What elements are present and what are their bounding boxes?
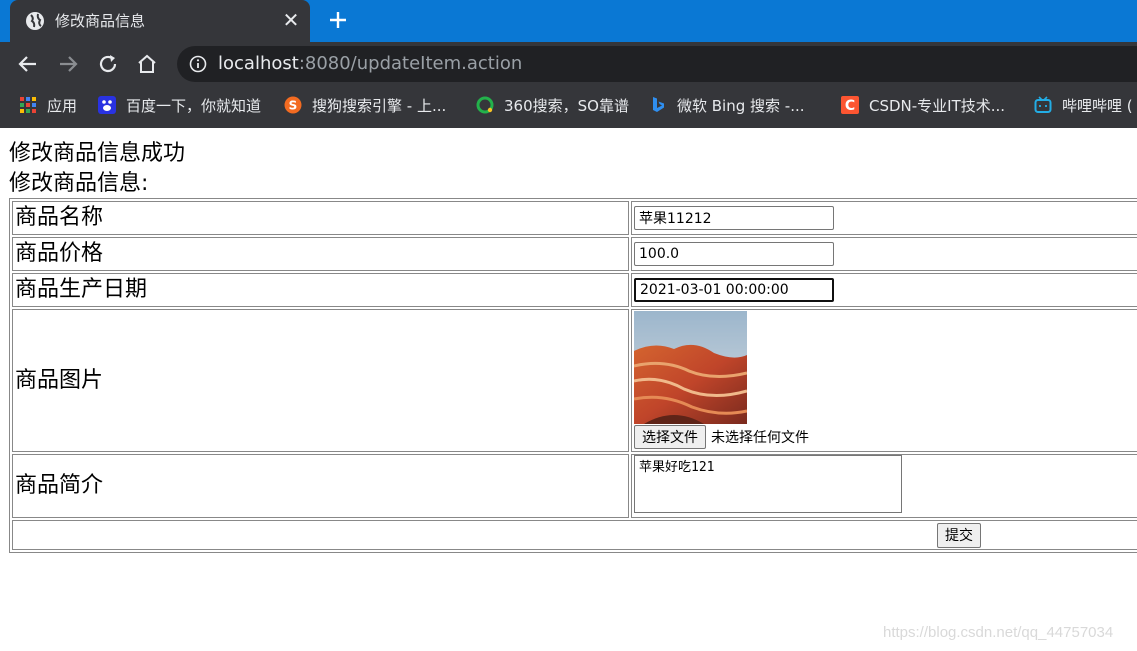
production-date-input[interactable] <box>634 278 834 302</box>
form-row-price: 商品价格 <box>12 237 1137 271</box>
browser-tab[interactable]: 修改商品信息 ✕ <box>10 0 310 42</box>
tab-strip: 修改商品信息 ✕ <box>0 0 1137 42</box>
reload-icon[interactable] <box>96 52 120 76</box>
bookmark-label: 哔哩哔哩 ( <box>1062 96 1133 115</box>
apps-grid-icon <box>20 97 36 113</box>
bookmark-label: 应用 <box>47 96 78 115</box>
close-tab-icon[interactable]: ✕ <box>280 9 302 31</box>
image-cell: 选择文件 未选择任何文件 <box>631 309 1137 452</box>
form-row-submit: 提交 <box>12 520 1137 550</box>
bookmark-bilibili[interactable]: 哔哩哔哩 ( <box>1034 86 1133 124</box>
bookmark-label: 微软 Bing 搜索 -... <box>677 96 805 115</box>
name-cell <box>631 201 1137 235</box>
bookmarks-bar: 应用 百度一下，你就知道 S 搜狗搜索引擎 - 上... 360搜索，SO靠谱 … <box>0 86 1137 128</box>
site-info-icon[interactable] <box>189 55 207 73</box>
bookmark-label: CSDN-专业IT技术... <box>869 96 1006 115</box>
choose-file-button[interactable]: 选择文件 <box>634 424 706 449</box>
date-cell <box>631 273 1137 307</box>
file-upload: 选择文件 未选择任何文件 <box>634 424 1137 449</box>
bookmark-label: 360搜索，SO靠谱 <box>504 96 629 115</box>
bing-icon <box>653 97 664 112</box>
url-text: localhost:8080/updateItem.action <box>218 53 522 75</box>
bookmark-csdn[interactable]: C CSDN-专业IT技术... <box>841 86 1005 124</box>
watermark-text: https://blog.csdn.net/qq_44757034 <box>883 624 1114 641</box>
image-label: 商品图片 <box>12 309 629 452</box>
bookmark-apps[interactable]: 应用 <box>19 86 77 124</box>
item-edit-form: 商品名称 商品价格 商品生产日期 商品图片 <box>9 198 1137 553</box>
bookmark-label: 搜狗搜索引擎 - 上... <box>312 96 447 115</box>
description-textarea[interactable]: 苹果好吃121 <box>634 455 902 513</box>
form-row-date: 商品生产日期 <box>12 273 1137 307</box>
forward-arrow-icon[interactable] <box>56 52 80 76</box>
date-label: 商品生产日期 <box>12 273 629 307</box>
baidu-icon <box>98 96 116 114</box>
url-host: localhost <box>218 53 299 74</box>
bookmark-sogou[interactable]: S 搜狗搜索引擎 - 上... <box>284 86 446 124</box>
submit-cell: 提交 <box>12 520 1137 550</box>
success-message: 修改商品信息成功 <box>9 141 186 166</box>
bilibili-icon <box>1034 96 1052 113</box>
form-row-name: 商品名称 <box>12 201 1137 235</box>
bookmark-bing[interactable]: 微软 Bing 搜索 -... <box>649 86 805 124</box>
page-content: 修改商品信息成功 修改商品信息: 商品名称 商品价格 商品生产日期 商品图片 <box>0 128 1137 651</box>
item-image-thumbnail <box>634 311 747 424</box>
sogou-icon: S <box>284 96 302 114</box>
price-label: 商品价格 <box>12 237 629 271</box>
description-cell: 苹果好吃121 <box>631 454 1137 518</box>
url-path: :8080/updateItem.action <box>298 53 523 74</box>
form-heading: 修改商品信息: <box>9 171 149 196</box>
no-file-selected-text: 未选择任何文件 <box>711 429 809 446</box>
svg-text:S: S <box>289 99 298 113</box>
tab-title: 修改商品信息 <box>55 12 146 30</box>
bookmark-baidu[interactable]: 百度一下，你就知道 <box>98 86 261 124</box>
submit-button[interactable]: 提交 <box>937 522 981 548</box>
price-cell <box>631 237 1137 271</box>
new-tab-icon[interactable] <box>325 7 351 33</box>
description-label: 商品简介 <box>12 454 629 518</box>
360-search-icon <box>476 96 494 114</box>
browser-toolbar: localhost:8080/updateItem.action <box>0 42 1137 86</box>
form-row-image: 商品图片 选择文件 未选择任何文件 <box>12 309 1137 452</box>
name-input[interactable] <box>634 206 834 230</box>
name-label: 商品名称 <box>12 201 629 235</box>
home-icon[interactable] <box>135 52 159 76</box>
globe-icon <box>26 12 44 30</box>
csdn-icon: C <box>841 96 859 114</box>
bookmark-label: 百度一下，你就知道 <box>126 96 262 115</box>
bookmark-360[interactable]: 360搜索，SO靠谱 <box>476 86 629 124</box>
form-row-description: 商品简介 苹果好吃121 <box>12 454 1137 518</box>
back-arrow-icon[interactable] <box>16 52 40 76</box>
svg-text:C: C <box>845 98 855 114</box>
price-input[interactable] <box>634 242 834 266</box>
address-bar[interactable]: localhost:8080/updateItem.action <box>177 46 1137 82</box>
